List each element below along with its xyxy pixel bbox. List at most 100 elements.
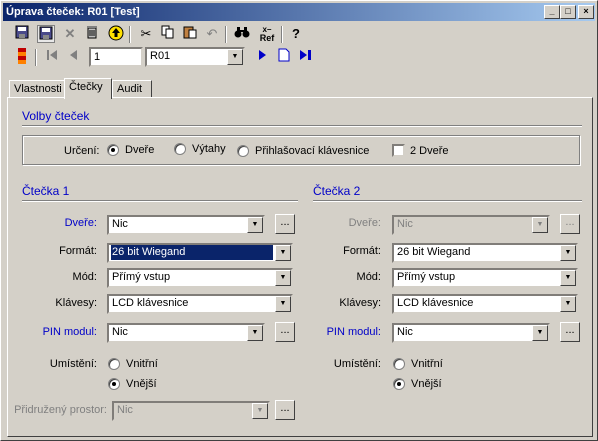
toolbar-separator [129, 26, 131, 43]
reader2-pin-select[interactable]: Nic ▼ [392, 323, 550, 343]
last-record-icon[interactable] [297, 48, 315, 66]
chevron-down-icon[interactable]: ▼ [275, 296, 291, 312]
reader1-pin-browse-button[interactable]: ... [275, 322, 295, 342]
chevron-down-icon[interactable]: ▼ [227, 49, 243, 65]
reader1-prostor-select: Nic ▼ [112, 401, 270, 421]
reader1-prostor-label: Přidružený prostor: [14, 404, 107, 416]
reader2-mod-select[interactable]: Přímý vstup ▼ [392, 268, 578, 288]
reader1-dvere-browse-button[interactable]: ... [275, 214, 295, 234]
reader1-mod-select[interactable]: Přímý vstup ▼ [107, 268, 293, 288]
reader2-pin-label[interactable]: PIN modul: [298, 326, 381, 338]
record-number-input[interactable]: 1 [89, 47, 143, 67]
reader1-prostor-browse-button[interactable]: ... [275, 400, 295, 420]
reader1-vnejsi-label[interactable]: Vnější [126, 378, 157, 390]
binoculars-icon[interactable] [233, 25, 251, 43]
divider [22, 125, 582, 127]
reader2-klavesy-select[interactable]: LCD klávesnice ▼ [392, 294, 578, 314]
reader1-klavesy-label: Klávesy: [55, 297, 97, 309]
previous-record-icon[interactable] [65, 48, 83, 66]
toolbar-separator [281, 26, 283, 43]
reader2-klavesy-label: Klávesy: [339, 297, 381, 309]
chevron-down-icon[interactable]: ▼ [560, 245, 576, 261]
close-button[interactable]: × [578, 5, 594, 19]
reader1-vnitrni-label[interactable]: Vnitřní [126, 358, 158, 370]
reader2-dvere-label: Dveře: [348, 217, 381, 229]
undo-icon[interactable]: ↶ [203, 25, 221, 43]
radio-klavesnice[interactable] [237, 145, 249, 157]
reader1-format-label: Formát: [59, 245, 97, 257]
reader2-dvere-browse-button: ... [560, 214, 580, 234]
save-close-icon[interactable] [37, 25, 55, 43]
reader2-format-select[interactable]: 26 bit Wiegand ▼ [392, 243, 578, 263]
floppy-disk-icon[interactable] [13, 25, 31, 43]
reader1-format-select[interactable]: 26 bit Wiegand ▼ [107, 243, 293, 263]
record-select[interactable]: R01 ▼ [145, 47, 245, 67]
tab-audit[interactable]: Audit [112, 80, 152, 98]
window-title: Úprava čteček: R01 [Test] [6, 6, 140, 18]
radio-klavesnice-label[interactable]: Přihlašovací klávesnice [255, 145, 369, 157]
reader2-radio-vnitrni[interactable] [393, 358, 405, 370]
trash-icon[interactable] [83, 25, 101, 43]
divider [22, 200, 298, 202]
chevron-down-icon[interactable]: ▼ [247, 325, 263, 341]
reader2-dvere-select: Nic ▼ [392, 215, 550, 235]
chevron-down-icon[interactable]: ▼ [275, 270, 291, 286]
help-icon[interactable]: ? [287, 25, 305, 43]
maximize-button[interactable]: □ [560, 5, 576, 19]
next-record-icon[interactable] [253, 48, 271, 66]
delete-x-icon[interactable]: ✕ [61, 25, 79, 43]
tab-vlastnosti[interactable]: Vlastnosti [9, 80, 65, 98]
reader2-format-label: Formát: [343, 245, 381, 257]
tab-ctecky[interactable]: Čtečky [64, 78, 112, 99]
chevron-down-icon[interactable]: ▼ [275, 245, 291, 261]
reader2-radio-vnejsi[interactable] [393, 378, 405, 390]
reader2-heading: Čtečka 2 [313, 184, 361, 198]
reader2-umisteni-label: Umístění: [333, 358, 381, 370]
ref-label: Ref [259, 33, 275, 43]
ref-icon[interactable]: x– Ref [257, 25, 277, 43]
reader1-umisteni-label: Umístění: [49, 358, 97, 370]
radio-dvere-label[interactable]: Dveře [125, 144, 154, 156]
chevron-down-icon[interactable]: ▼ [532, 325, 548, 341]
first-record-icon[interactable] [43, 48, 61, 66]
reader1-heading: Čtečka 1 [22, 184, 70, 198]
reader1-pin-select[interactable]: Nic ▼ [107, 323, 265, 343]
reader1-klavesy-select[interactable]: LCD klávesnice ▼ [107, 294, 293, 314]
reader1-dvere-select[interactable]: Nic ▼ [107, 215, 265, 235]
reader2-pin-browse-button[interactable]: ... [560, 322, 580, 342]
reader1-dvere-label[interactable]: Dveře: [8, 217, 97, 229]
chevron-down-icon: ▼ [252, 403, 268, 419]
title-bar[interactable]: Úprava čteček: R01 [Test] [3, 3, 595, 21]
new-record-icon[interactable] [275, 48, 293, 66]
copy-icon[interactable] [159, 25, 177, 43]
up-arrow-icon[interactable] [107, 25, 125, 43]
chevron-down-icon: ▼ [532, 217, 548, 233]
reader1-pin-label[interactable]: PIN modul: [8, 326, 97, 338]
checkbox-2dvere-label[interactable]: 2 Dveře [410, 145, 449, 157]
minimize-button[interactable]: _ [544, 5, 560, 19]
divider [313, 200, 582, 202]
toolbar-separator [35, 49, 37, 66]
dialog-window: Úprava čteček: R01 [Test] _ □ × ✕ ✂ ↶ x–… [0, 0, 598, 441]
chevron-down-icon[interactable]: ▼ [247, 217, 263, 233]
main-toolbar: ✕ ✂ ↶ x– Ref ? [3, 23, 595, 45]
chevron-down-icon[interactable]: ▼ [560, 296, 576, 312]
paste-icon[interactable] [181, 25, 199, 43]
scissors-icon[interactable]: ✂ [137, 25, 155, 43]
record-color-icon [13, 48, 31, 66]
reader1-mod-label: Mód: [72, 271, 97, 283]
reader2-vnitrni-label[interactable]: Vnitřní [411, 358, 443, 370]
chevron-down-icon[interactable]: ▼ [560, 270, 576, 286]
reader2-vnejsi-label[interactable]: Vnější [411, 378, 442, 390]
tab-panel: Volby čteček Určení: Dveře Výtahy Přihla… [7, 97, 593, 437]
radio-vytahy[interactable] [174, 143, 186, 155]
toolbar-separator [225, 26, 227, 43]
checkbox-2dvere[interactable] [392, 144, 405, 157]
radio-dvere[interactable] [107, 144, 119, 156]
record-toolbar: 1 R01 ▼ [3, 46, 595, 68]
radio-vytahy-label[interactable]: Výtahy [192, 143, 226, 155]
urceni-label: Určení: [64, 145, 100, 157]
options-heading: Volby čteček [22, 109, 90, 123]
reader1-radio-vnitrni[interactable] [108, 358, 120, 370]
reader1-radio-vnejsi[interactable] [108, 378, 120, 390]
